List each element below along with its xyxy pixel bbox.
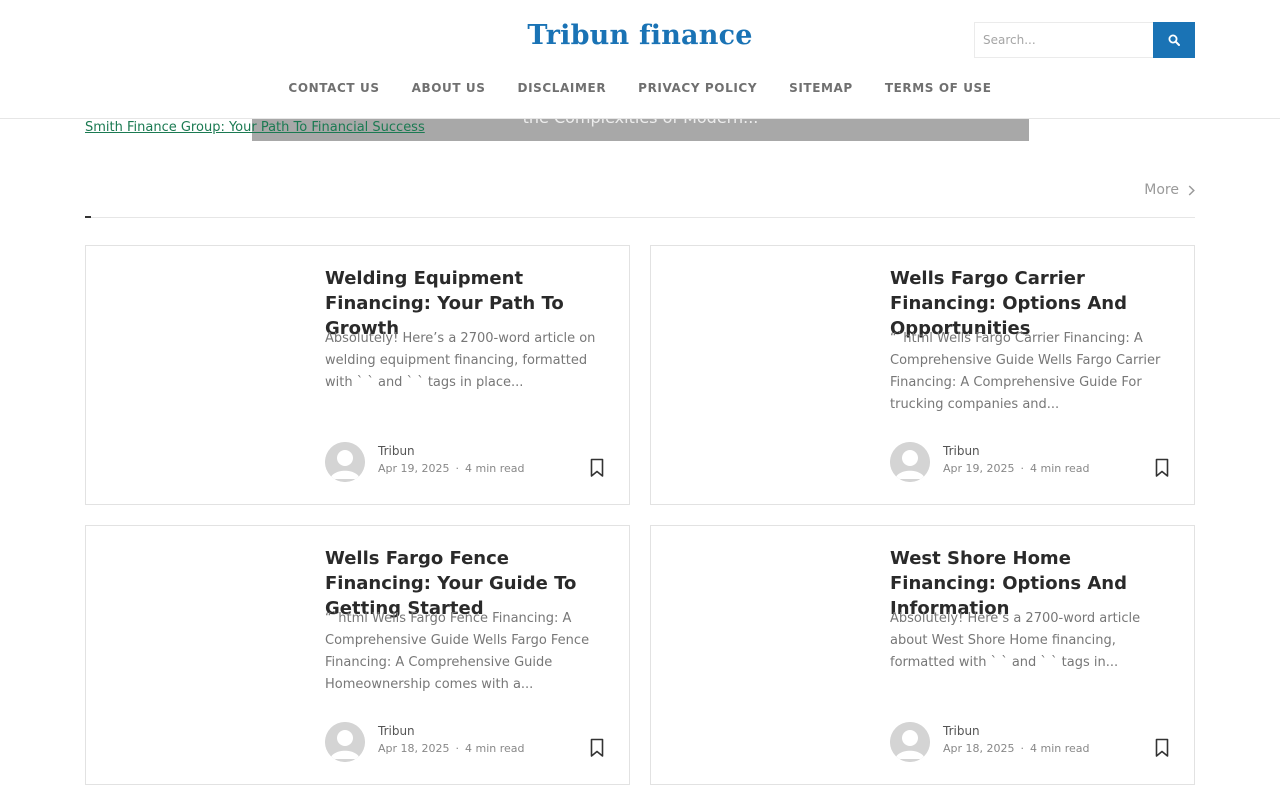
search-icon <box>1168 34 1181 46</box>
post-excerpt: Absolutely! Here’s a 2700-word article a… <box>890 611 1141 670</box>
post-meta: Apr 19, 2025 · 4 min read <box>378 462 525 475</box>
search-button[interactable] <box>1153 22 1195 58</box>
featured-slider: the Complexities of Modern... Smith Fina… <box>85 118 1029 141</box>
chevron-right-icon <box>1188 184 1195 196</box>
main-nav: CONTACT US ABOUT US DISCLAIMER PRIVACY P… <box>0 81 1280 95</box>
search-input[interactable] <box>974 22 1154 58</box>
bookmark-icon[interactable] <box>1154 458 1170 478</box>
bookmark-icon[interactable] <box>589 458 605 478</box>
post-meta: Apr 19, 2025 · 4 min read <box>943 462 1090 475</box>
more-label: More <box>1144 182 1179 198</box>
post-card: Wells Fargo Fence Financing: Your Guide … <box>85 525 630 785</box>
post-read-time: 4 min read <box>1030 742 1090 755</box>
post-read-time: 4 min read <box>1030 462 1090 475</box>
post-date: Apr 18, 2025 <box>378 742 450 755</box>
post-date: Apr 19, 2025 <box>943 462 1015 475</box>
author-avatar[interactable] <box>325 442 365 482</box>
author-avatar[interactable] <box>890 722 930 762</box>
post-excerpt: “`html Wells Fargo Carrier Financing: A … <box>890 331 1161 412</box>
post-author[interactable]: Tribun <box>378 444 415 458</box>
post-card: West Shore Home Financing: Options And I… <box>650 525 1195 785</box>
nav-about-us[interactable]: ABOUT US <box>412 81 486 95</box>
site-header: Tribun finance CONTACT US ABOUT US DISCL… <box>0 0 1280 119</box>
post-meta: Apr 18, 2025 · 4 min read <box>378 742 525 755</box>
featured-image-link[interactable]: Smith Finance Group: Your Path To Financ… <box>85 120 425 135</box>
user-icon <box>325 722 365 762</box>
post-thumbnail[interactable] <box>651 246 869 504</box>
nav-contact-us[interactable]: CONTACT US <box>288 81 379 95</box>
nav-privacy-policy[interactable]: PRIVACY POLICY <box>638 81 757 95</box>
user-icon <box>890 722 930 762</box>
post-meta: Apr 18, 2025 · 4 min read <box>943 742 1090 755</box>
post-card: Welding Equipment Financing: Your Path T… <box>85 245 630 505</box>
bookmark-icon[interactable] <box>1154 738 1170 758</box>
author-avatar[interactable] <box>890 442 930 482</box>
post-excerpt: “`html Wells Fargo Fence Financing: A Co… <box>325 611 590 692</box>
search-form <box>974 22 1195 58</box>
section-title-marker <box>85 216 91 218</box>
nav-disclaimer[interactable]: DISCLAIMER <box>518 81 607 95</box>
section-header: More <box>85 178 1195 218</box>
post-date: Apr 18, 2025 <box>943 742 1015 755</box>
post-thumbnail[interactable] <box>86 526 304 784</box>
nav-sitemap[interactable]: SITEMAP <box>789 81 853 95</box>
post-author[interactable]: Tribun <box>943 444 980 458</box>
bookmark-icon[interactable] <box>589 738 605 758</box>
nav-terms-of-use[interactable]: TERMS OF USE <box>885 81 992 95</box>
post-author[interactable]: Tribun <box>378 724 415 738</box>
post-date: Apr 19, 2025 <box>378 462 450 475</box>
post-thumbnail[interactable] <box>86 246 304 504</box>
more-link[interactable]: More <box>1144 182 1195 198</box>
post-read-time: 4 min read <box>465 462 525 475</box>
author-avatar[interactable] <box>325 722 365 762</box>
user-icon <box>325 442 365 482</box>
post-card: Wells Fargo Carrier Financing: Options A… <box>650 245 1195 505</box>
post-author[interactable]: Tribun <box>943 724 980 738</box>
post-read-time: 4 min read <box>465 742 525 755</box>
post-thumbnail[interactable] <box>651 526 869 784</box>
post-excerpt: Absolutely! Here’s a 2700-word article o… <box>325 331 596 390</box>
user-icon <box>890 442 930 482</box>
